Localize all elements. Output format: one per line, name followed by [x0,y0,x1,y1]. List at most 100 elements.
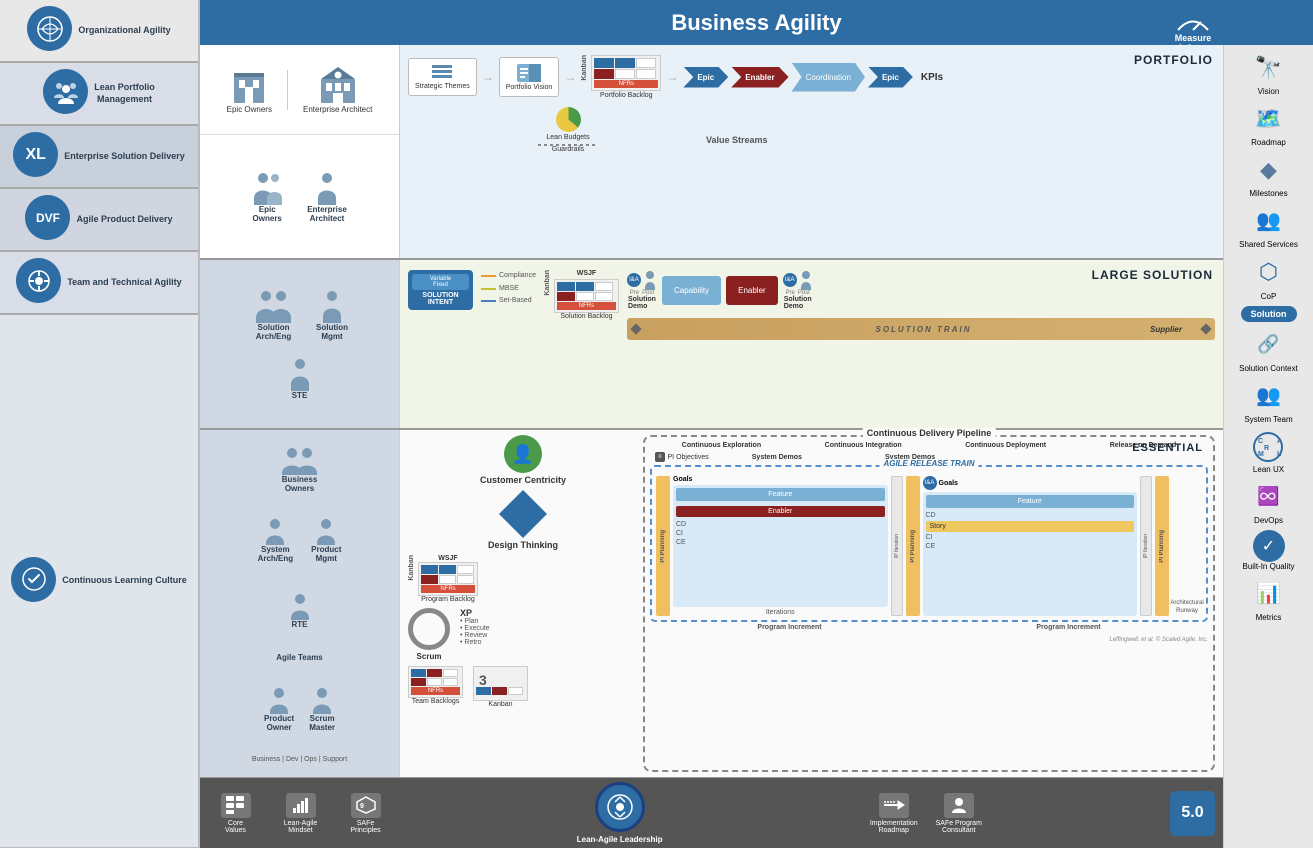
large-solution-section: SolutionArch/Eng SolutionMgmt STE [200,260,1223,430]
team-tech-icon [16,258,61,303]
pi-planning-1: PI Planning [656,476,670,616]
enterprise-label: Enterprise Solution Delivery [64,151,185,163]
wsjf-badge: WSJF [554,270,619,277]
sidebar-item-lean-portfolio[interactable]: Lean PortfolioManagement [0,63,198,126]
portfolio-people: EpicOwners EnterpriseArchitect [200,135,399,258]
cop-icon: ⬡ [1251,255,1286,290]
built-in-quality-label: Built-In Quality [1242,562,1294,572]
roadmap-item[interactable]: 🗺️ Roadmap [1251,101,1286,147]
sidebar-item-org-agility[interactable]: Organizational Agility [0,0,198,63]
prog-wsjf-label: WSJF [418,555,478,562]
scrum-section: Scrum [408,608,450,661]
sidebar-item-continuous-learning[interactable]: Continuous Learning Culture [0,315,198,848]
shared-services-item[interactable]: 👥 Shared Services [1239,203,1298,250]
footer-center: Lean-Agile Leadership [577,782,663,844]
built-in-quality-item[interactable]: ✓ Built-In Quality [1242,530,1294,572]
main-body: Business Agility Measure& Grow [200,0,1313,848]
art-label: AGILE RELEASE TRAIN [879,459,978,468]
ce-phase: Continuous Exploration [682,442,761,449]
sys-demos1-label: System Demos [752,454,802,461]
strategic-themes-box[interactable]: Strategic Themes [408,58,477,96]
devops-item[interactable]: ♾️ DevOps [1251,479,1286,525]
top-header: Business Agility Measure& Grow [200,0,1313,45]
capability-box: Capability [662,276,721,305]
pi-planning-label2: PI Planning [910,530,916,563]
portfolio-vision-label: Portfolio Vision [506,84,553,92]
lean-agile-circle [595,782,645,832]
supplier-label: Supplier [1147,325,1185,334]
business-owners-label: BusinessOwners [282,475,318,493]
kanban-board-mini: NFRs [591,55,661,91]
devops-icon: ♾️ [1251,479,1286,514]
ip-label2: IP Iteration [1143,534,1149,558]
sidebar-item-agile-product[interactable]: DVF Agile Product Delivery [0,189,198,252]
agile-product-icon: DVF [25,195,70,240]
portfolio-vision-box[interactable]: Portfolio Vision [499,57,560,97]
team-backlogs-section: NFRs Team Backlogs 3 [408,666,638,708]
value-streams-label: Value Streams [706,135,768,145]
sys-arch-eng: SystemArch/Eng [258,517,294,563]
vision-item[interactable]: 🔭 Vision [1251,50,1286,96]
zones-wrapper: Epic Owners Enterprise Architect [200,45,1223,848]
version-label: 5.0 [1181,804,1203,822]
metrics-item[interactable]: 📊 Metrics [1251,576,1286,622]
team-backlogs-label: Team Backlogs [408,698,463,705]
devops-label: DevOps [1254,516,1283,525]
solution-box[interactable]: Solution [1241,306,1297,322]
portfolio-backlog-stack: NFRs Portfolio Backlog [591,55,661,99]
ip-label: IP Iteration [894,534,900,558]
copyright: Leffingwell, et al. © Scaled Agile, Inc. [650,633,1208,644]
kpis-label: KPIs [916,72,943,83]
org-agility-label: Organizational Agility [78,25,170,37]
government-label-text: Enterprise Architect [303,105,372,114]
enterprise-label-text: Epic Owners [227,105,272,114]
lean-agile-mindset-icon [286,793,316,818]
large-sol-content: LARGE SOLUTION VariableFixed SOLUTION IN… [400,260,1223,428]
safe-principles-btn[interactable]: 9 SAFePrinciples [338,793,393,834]
svg-text:A: A [1277,438,1282,445]
cop-item[interactable]: ⬡ CoP [1251,255,1286,301]
system-team-label: System Team [1244,415,1292,425]
sol-mgmt: SolutionMgmt [316,288,348,341]
portfolio-flow: PORTFOLIO Strategic Themes → [400,45,1223,258]
xp-section: XP • Plan • Execute • Review • Retro [460,608,490,646]
pi-planning-3: PI Planning [1155,476,1169,616]
ip-iteration: IP Iteration [891,476,903,616]
lean-budgets: Lean Budgets Guardrails [538,107,598,153]
sidebar-item-team-tech[interactable]: Team and Technical Agility [0,252,198,315]
sol-kanban: Kanban WSJF [544,270,619,320]
milestones-label: Milestones [1249,189,1287,198]
continuous-learning-label: Continuous Learning Culture [62,575,187,587]
kanban-vertical-label: Kanban [581,55,588,81]
sidebar-item-enterprise[interactable]: XL Enterprise Solution Delivery [0,126,198,189]
ce-label1: CE [676,539,885,546]
design-thinking-label: Design Thinking [488,540,558,550]
sol-kanban-label: Kanban [544,270,551,296]
milestones-item[interactable]: ◆ Milestones [1249,152,1287,198]
lean-ux-item[interactable]: C A M L R Lean UX [1251,430,1286,474]
guardrails: Guardrails [538,144,598,153]
arch-runway: Architectural Runway [1172,476,1202,616]
lean-portfolio-icon [43,69,88,114]
sol-demo2: I&A PrePost SolutionDemo [783,270,813,310]
arrow1: → [482,70,494,84]
sol-backlog-stack: WSJF [554,270,619,320]
coordination-arrow: Coordination [792,63,865,92]
large-sol-people: SolutionArch/Eng SolutionMgmt STE [200,260,400,428]
pi-planning-2: PI Planning [906,476,920,616]
iaa-badge2: I&A [923,476,937,490]
system-team-item[interactable]: 👥 System Team [1244,378,1292,425]
core-values-btn[interactable]: CoreValues [208,793,263,834]
product-owner: ProductOwner [264,686,294,732]
ste-figure: STE [289,356,311,400]
art-box: AGILE RELEASE TRAIN PI Planning [650,465,1208,622]
safe-program-consultant-btn[interactable]: SAFe ProgramConsultant [931,793,986,834]
cd-phase: Continuous Deployment [965,442,1046,449]
rte-label: RTE [292,620,308,629]
implementation-roadmap-btn[interactable]: ImplementationRoadmap [866,793,921,834]
essential-label: ESSENTIAL [1132,442,1203,454]
sol-demo1: I&A PrePost SolutionDemo [627,270,657,310]
lean-agile-mindset-btn[interactable]: Lean-AgileMindset [273,793,328,834]
scrum-circle [408,608,450,650]
solution-context-item[interactable]: 🔗 Solution Context [1239,327,1298,374]
